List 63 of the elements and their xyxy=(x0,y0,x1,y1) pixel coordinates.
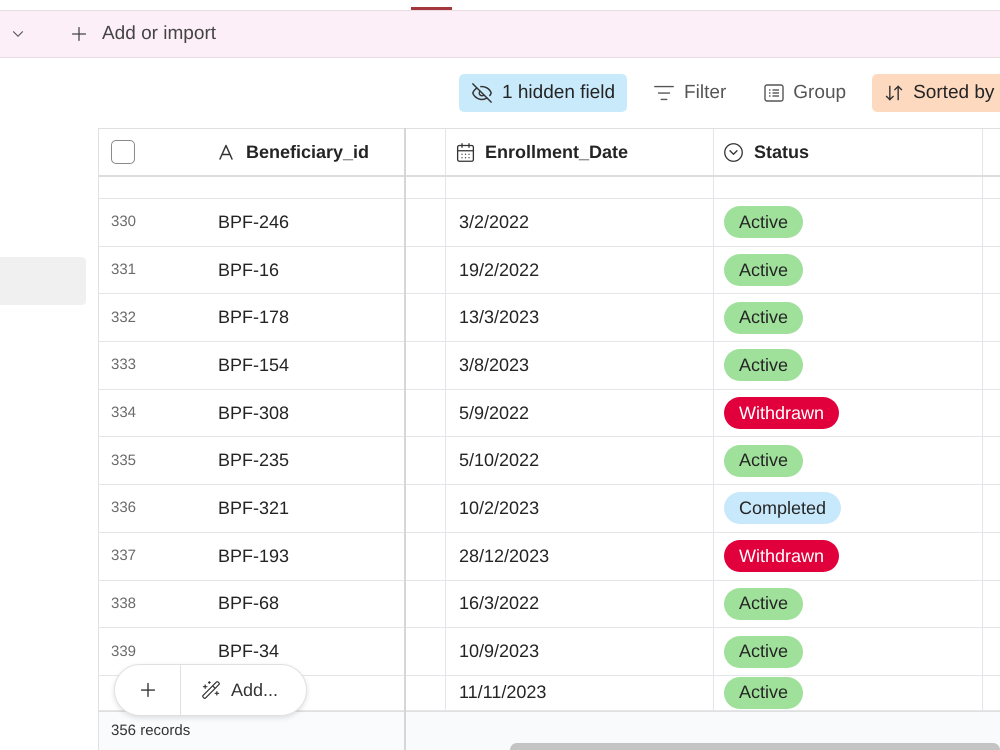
table-cell: BPF-308 xyxy=(218,402,290,423)
row-number: 335 xyxy=(111,452,136,469)
table-cell-text: 28/12/2023 xyxy=(459,544,550,568)
row-number: 338 xyxy=(111,594,136,612)
row-number: 337 xyxy=(111,547,136,564)
table-cell: BPF-321 xyxy=(218,498,290,518)
row-number: 333 xyxy=(111,356,136,374)
toolbar-button[interactable]: 1 hidden field xyxy=(459,74,628,112)
status-pill: Active xyxy=(724,349,804,382)
horizontal-scrollbar[interactable] xyxy=(510,743,1000,750)
sort-icon xyxy=(884,83,904,103)
eye-off-icon xyxy=(471,82,493,104)
table-cell: BPF-34 xyxy=(218,641,280,662)
calendar-icon xyxy=(455,142,476,162)
status-pill: Active xyxy=(724,676,804,709)
table-cell-text: 5/9/2022 xyxy=(459,402,530,425)
table-cell: BPF-246 xyxy=(218,212,290,232)
row-number: 332 xyxy=(111,308,136,326)
table-cell: BPF-193 xyxy=(218,546,290,566)
table-cell-text: 3/8/2023 xyxy=(459,354,530,377)
row-number: 331 xyxy=(111,261,136,278)
table-cell-text: 10/2/2023 xyxy=(459,496,540,520)
magic-wand-icon xyxy=(201,680,221,700)
table-cell: BPF-16 xyxy=(218,260,280,280)
status-pill: Active xyxy=(724,588,804,620)
table-cell: BPF-235 xyxy=(218,450,290,470)
toolbar-button[interactable]: Sorted by xyxy=(872,74,1000,112)
record-count: 356 records xyxy=(111,720,190,741)
select-all-checkbox[interactable] xyxy=(111,140,135,164)
circle-chevron-icon xyxy=(723,142,744,162)
row-number: 336 xyxy=(111,499,136,516)
table-cell-text: 5/10/2022 xyxy=(459,449,540,472)
status-pill: Withdrawn xyxy=(724,397,840,430)
table-cell-text: 13/3/2023 xyxy=(459,306,540,330)
list-icon xyxy=(764,84,784,102)
column-header[interactable]: Beneficiary_id xyxy=(206,129,404,175)
table-cell: BPF-178 xyxy=(218,307,290,328)
text-type-icon xyxy=(218,144,234,160)
frozen-divider[interactable] xyxy=(404,128,406,750)
status-pill: Completed xyxy=(724,492,842,524)
table-cell-text: 19/2/2022 xyxy=(459,258,540,282)
row-number: 334 xyxy=(111,404,136,422)
status-pill: Active xyxy=(724,302,804,334)
add-button[interactable]: Add... xyxy=(181,665,306,715)
status-pill: Withdrawn xyxy=(724,540,840,572)
column-header[interactable]: Status xyxy=(714,129,983,175)
table-cell: BPF-154 xyxy=(218,354,290,375)
table-cell-text: 10/9/2023 xyxy=(459,640,540,664)
column-header[interactable]: Enrollment_Date xyxy=(446,129,714,175)
toolbar-button[interactable]: Group xyxy=(752,74,858,112)
status-pill: Active xyxy=(724,206,804,238)
status-pill: Active xyxy=(724,636,804,668)
row-number: 330 xyxy=(111,213,136,230)
toolbar-button[interactable]: Filter xyxy=(641,74,738,112)
add-or-import-button[interactable]: Add or import xyxy=(66,16,218,52)
table-cell-text: 11/11/2023 xyxy=(459,681,546,704)
row-number: 339 xyxy=(111,642,136,660)
table-cell-text: 3/2/2022 xyxy=(459,210,530,234)
status-pill: Active xyxy=(724,254,804,286)
status-pill: Active xyxy=(724,444,804,477)
table-cell: BPF-68 xyxy=(218,593,280,614)
tab-indicator xyxy=(411,7,452,10)
table-cell-text: 16/3/2022 xyxy=(459,592,540,616)
